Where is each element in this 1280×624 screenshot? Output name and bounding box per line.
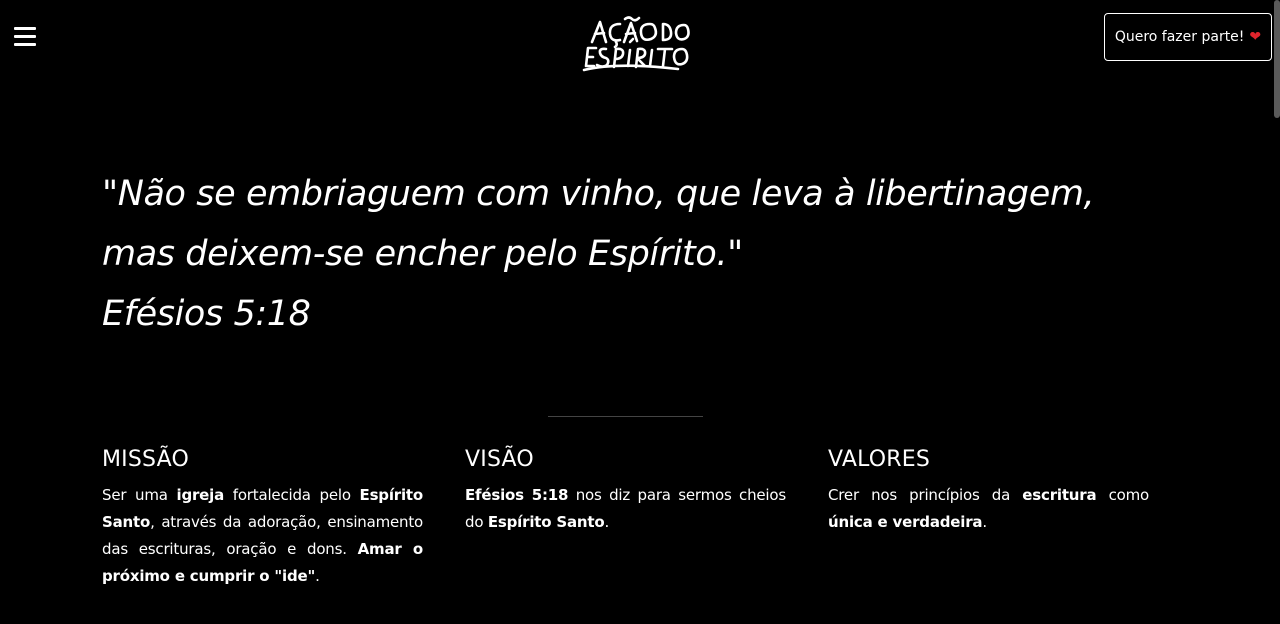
emphasis-text: única e verdadeira bbox=[828, 513, 983, 531]
values-section: VALORES Crer nos princípios da escritura… bbox=[828, 446, 1149, 536]
emphasis-text: Efésios 5:18 bbox=[465, 486, 569, 504]
vision-title: VISÃO bbox=[465, 447, 534, 472]
body-text: . bbox=[982, 513, 987, 531]
quote-line-1: "Não se embriaguem com vinho, que leva à… bbox=[102, 174, 1095, 214]
mission-section: MISSÃO Ser uma igreja fortalecida pelo E… bbox=[102, 446, 423, 590]
mission-title: MISSÃO bbox=[102, 447, 189, 472]
emphasis-text: Espírito Santo bbox=[487, 513, 605, 531]
quote-reference: Efésios 5:18 bbox=[102, 294, 311, 334]
logo[interactable] bbox=[578, 12, 696, 72]
vision-text: Efésios 5:18 nos diz para sermos cheios … bbox=[465, 482, 786, 536]
body-text: como bbox=[1096, 486, 1150, 504]
mission-text: Ser uma igreja fortalecida pelo Espírito… bbox=[102, 482, 423, 590]
body-text: . bbox=[604, 513, 610, 531]
values-title: VALORES bbox=[828, 447, 931, 472]
bible-quote: "Não se embriaguem com vinho, que leva à… bbox=[102, 164, 1182, 344]
divider bbox=[548, 416, 703, 417]
emphasis-text: igreja bbox=[176, 486, 225, 504]
body-text: . bbox=[315, 567, 320, 585]
emphasis-text: escritura bbox=[1022, 486, 1097, 504]
heart-icon: ❤ bbox=[1249, 29, 1262, 45]
values-text: Crer nos princípios da escritura como ún… bbox=[828, 482, 1149, 536]
body-text: Crer nos princípios da bbox=[828, 486, 1023, 504]
hamburger-menu-icon[interactable] bbox=[14, 27, 36, 47]
page: Quero fazer parte! ❤ "Não se embriaguem … bbox=[0, 0, 1280, 624]
join-button-label: Quero fazer parte! bbox=[1114, 29, 1245, 45]
scrollbar[interactable] bbox=[1274, 0, 1280, 118]
join-button[interactable]: Quero fazer parte! ❤ bbox=[1104, 13, 1272, 61]
body-text: Ser uma bbox=[102, 486, 177, 504]
body-text: fortalecida pelo bbox=[224, 486, 360, 504]
quote-line-2: mas deixem-se encher pelo Espírito." bbox=[102, 234, 743, 274]
vision-section: VISÃO Efésios 5:18 nos diz para sermos c… bbox=[465, 446, 786, 536]
